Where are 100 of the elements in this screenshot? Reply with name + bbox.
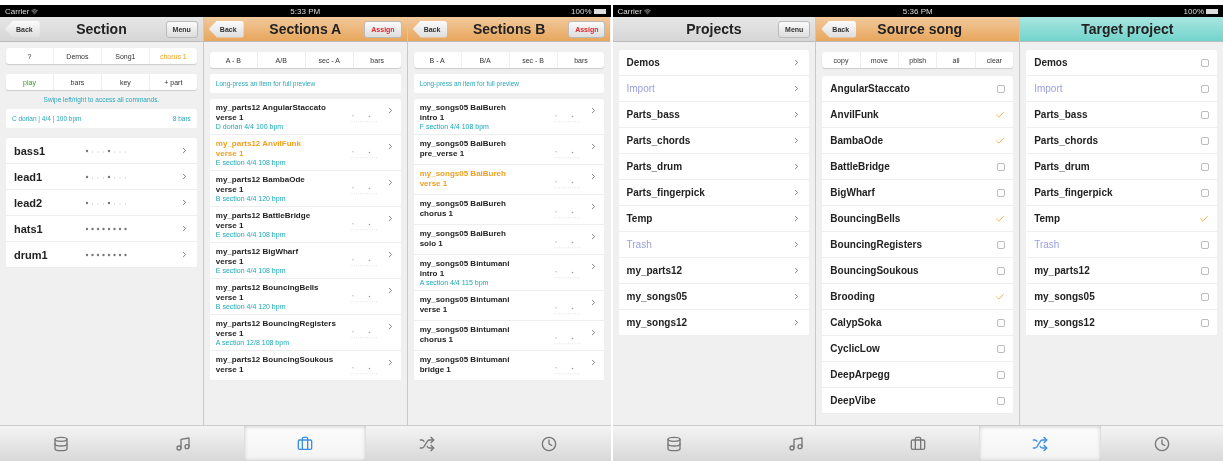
- song-row[interactable]: BambaOde: [822, 128, 1014, 154]
- checkbox[interactable]: [1201, 240, 1209, 249]
- song-row[interactable]: BigWharf: [822, 180, 1014, 206]
- song-name: Brooding: [830, 291, 875, 302]
- check-icon[interactable]: [995, 109, 1006, 120]
- wifi-icon: [643, 7, 651, 15]
- section-item[interactable]: my_songs05 Bintumani bridge 1: [413, 351, 605, 381]
- song-row[interactable]: CalypSoka: [822, 310, 1014, 336]
- project-row[interactable]: Temp: [618, 206, 810, 232]
- check-icon[interactable]: [995, 213, 1006, 224]
- project-row[interactable]: my_songs05: [1026, 284, 1217, 310]
- checkbox[interactable]: [997, 318, 1006, 327]
- song-row[interactable]: CyclicLow: [822, 336, 1014, 362]
- project-row[interactable]: my_songs12: [1026, 310, 1217, 336]
- track-row[interactable]: lead2: [6, 190, 197, 216]
- section-item[interactable]: my_songs05 BaiBureh solo 1: [413, 225, 605, 255]
- item-subtitle: verse 1: [215, 365, 244, 375]
- track-row[interactable]: hats1: [6, 216, 197, 242]
- checkbox[interactable]: [997, 240, 1006, 249]
- project-row[interactable]: Parts_bass: [1026, 102, 1217, 128]
- project-name: Parts_bass: [626, 109, 680, 120]
- checkbox[interactable]: [997, 344, 1006, 353]
- tab-button[interactable]: [244, 426, 367, 461]
- item-subtitle: bridge 1: [419, 365, 451, 375]
- project-name: Demos: [1034, 57, 1068, 68]
- checkbox[interactable]: [1201, 58, 1209, 67]
- checkbox[interactable]: [997, 396, 1006, 405]
- item-title: my_songs05 Bintumani: [419, 325, 510, 335]
- project-name: my_songs12: [1034, 317, 1095, 328]
- project-row[interactable]: my_parts12: [1026, 258, 1217, 284]
- track-row[interactable]: drum1: [6, 242, 197, 268]
- project-name: Parts_drum: [1034, 161, 1090, 172]
- song-row[interactable]: DeepArpegg: [822, 362, 1014, 388]
- song-row[interactable]: BouncingSoukous: [822, 258, 1014, 284]
- song-row[interactable]: BouncingBells: [822, 206, 1014, 232]
- pane-title: Target project: [1081, 21, 1174, 37]
- project-row[interactable]: Demos: [618, 50, 810, 76]
- check-icon[interactable]: [1199, 213, 1209, 224]
- item-subtitle: verse 1: [419, 305, 448, 315]
- checkbox[interactable]: [1201, 188, 1209, 197]
- project-row[interactable]: Parts_chords: [618, 128, 810, 154]
- checkbox[interactable]: [1201, 318, 1209, 327]
- checkbox[interactable]: [997, 162, 1006, 171]
- checkbox[interactable]: [1201, 110, 1209, 119]
- project-row[interactable]: Parts_fingerpick: [618, 180, 810, 206]
- item-subtitle: verse 1: [419, 179, 448, 189]
- checkbox[interactable]: [1201, 292, 1209, 301]
- check-icon[interactable]: [995, 135, 1006, 146]
- project-row[interactable]: Temp: [1026, 206, 1217, 232]
- project-row[interactable]: Parts_fingerpick: [1026, 180, 1217, 206]
- tab-button[interactable]: [978, 426, 1101, 461]
- track-row[interactable]: lead1: [6, 164, 197, 190]
- item-title: my_parts12 BattleBridge: [215, 211, 311, 221]
- project-name: my_parts12: [626, 265, 683, 276]
- item-title: my_songs05 BaiBureh: [419, 199, 506, 209]
- track-name: bass1: [14, 144, 47, 157]
- song-row[interactable]: BattleBridge: [822, 154, 1014, 180]
- item-subtitle: verse 1: [215, 185, 244, 195]
- project-row[interactable]: Parts_drum: [1026, 154, 1217, 180]
- checkbox[interactable]: [997, 84, 1006, 93]
- track-name: lead2: [14, 196, 44, 209]
- song-row[interactable]: Brooding: [822, 284, 1014, 310]
- checkbox[interactable]: [1201, 162, 1209, 171]
- song-row[interactable]: AnvilFunk: [822, 102, 1014, 128]
- checkbox[interactable]: [997, 370, 1006, 379]
- box-icon: [909, 435, 926, 452]
- song-name: BouncingBells: [830, 213, 901, 224]
- item-title: my_songs05 BaiBureh: [419, 169, 506, 179]
- project-row[interactable]: Parts_drum: [618, 154, 810, 180]
- project-row[interactable]: Parts_chords: [1026, 128, 1217, 154]
- track-row[interactable]: bass1: [6, 138, 197, 164]
- project-row[interactable]: Demos: [1026, 50, 1217, 76]
- song-row[interactable]: BouncingRegisters: [822, 232, 1014, 258]
- track-name: lead1: [14, 170, 44, 183]
- checkbox[interactable]: [997, 266, 1006, 275]
- checkbox[interactable]: [997, 188, 1006, 197]
- checkbox[interactable]: [1201, 266, 1209, 275]
- item-title: my_parts12 AnvilFunk: [215, 139, 301, 149]
- project-row[interactable]: my_songs12: [618, 310, 810, 336]
- section-item[interactable]: my_parts12 BouncingSoukous verse 1: [209, 351, 401, 381]
- section-item[interactable]: my_songs05 BaiBureh pre_verse 1: [413, 135, 605, 165]
- checkbox[interactable]: [1201, 84, 1209, 93]
- pattern-drawing: [84, 225, 130, 232]
- shuffle-icon: [419, 435, 436, 452]
- battery-icon: [593, 8, 606, 14]
- project-row[interactable]: Parts_bass: [618, 102, 810, 128]
- song-name: AnvilFunk: [830, 109, 879, 120]
- project-row[interactable]: my_songs05: [618, 284, 810, 310]
- section-item[interactable]: my_songs05 Bintumani verse 1: [413, 291, 605, 321]
- project-row[interactable]: my_parts12: [618, 258, 810, 284]
- section-item[interactable]: my_songs05 Bintumani chorus 1: [413, 321, 605, 351]
- track-name: drum1: [14, 248, 49, 261]
- song-row[interactable]: DeepVibe: [822, 388, 1014, 414]
- project-name: Parts_fingerpick: [626, 187, 705, 198]
- project-name: my_songs05: [626, 291, 688, 302]
- check-icon[interactable]: [995, 291, 1006, 302]
- song-row[interactable]: AngularStaccato: [822, 76, 1014, 102]
- section-item[interactable]: my_songs05 BaiBureh chorus 1: [413, 195, 605, 225]
- checkbox[interactable]: [1201, 136, 1209, 145]
- pane-title: Sections A: [268, 21, 343, 37]
